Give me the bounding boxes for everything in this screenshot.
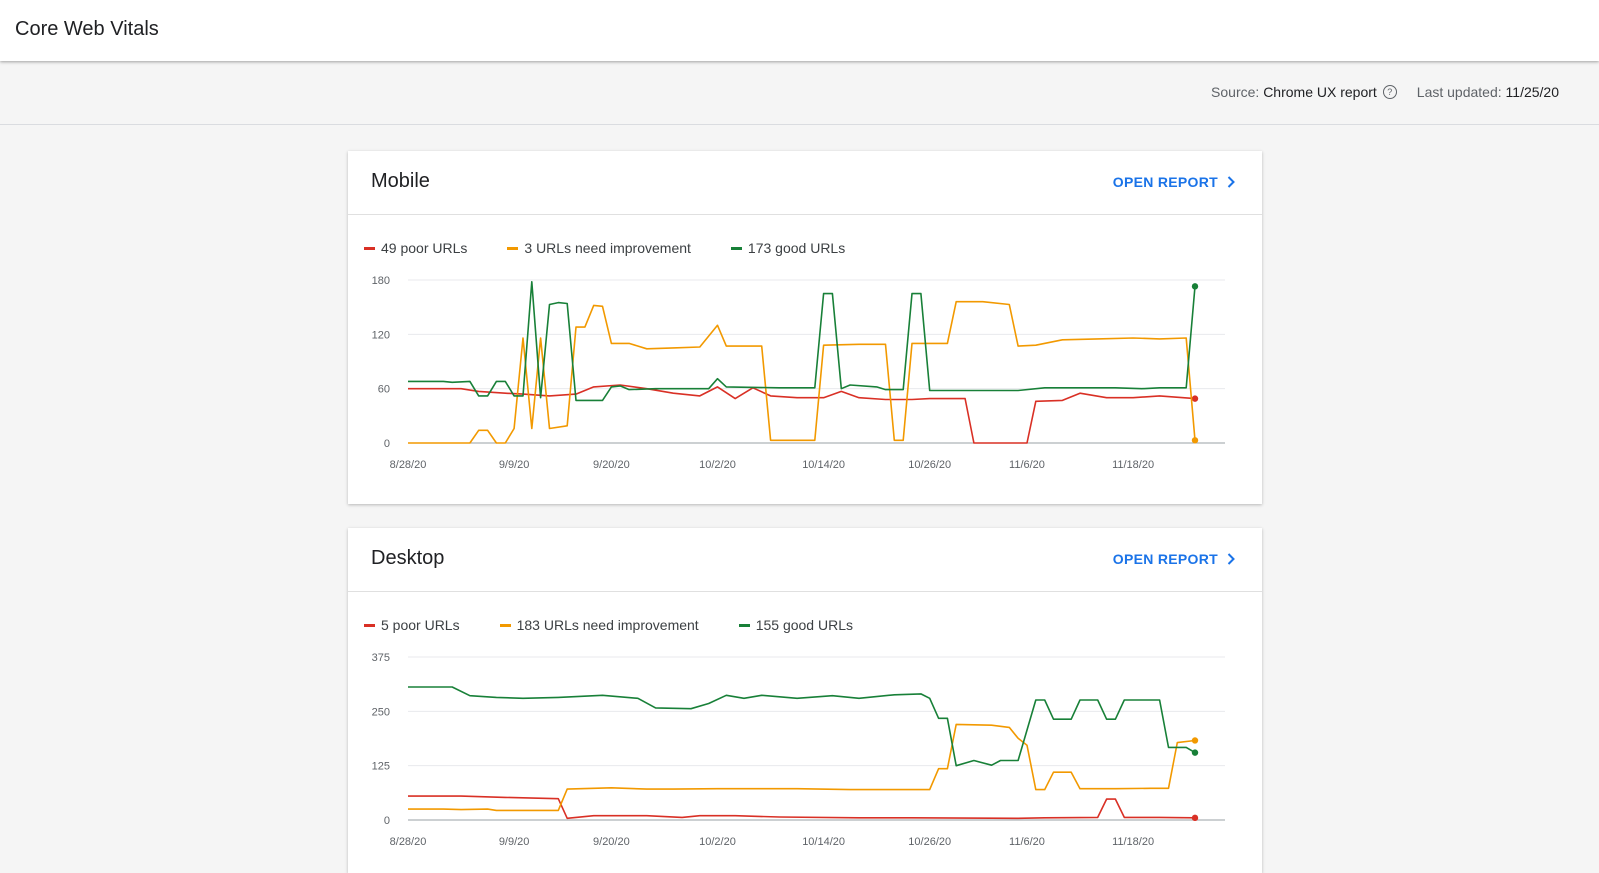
x-tick-label: 10/14/20 [802, 836, 845, 848]
source-info: Source: Chrome UX report? Last updated: … [1211, 84, 1559, 100]
y-tick-label: 375 [372, 652, 390, 664]
y-tick-label: 60 [378, 384, 390, 396]
mobile-chart: 0 60 120 180 8/28/20 9/9/20 9/20/20 10/2/20 10/1… [372, 275, 1225, 471]
mobile-card: Mobile OPEN REPORT 49 poor URLs 3 URLs n… [348, 151, 1262, 504]
x-tick-label: 8/28/20 [390, 836, 427, 848]
x-tick-label: 11/6/20 [1009, 459, 1045, 471]
top-bar: Core Web Vitals [0, 0, 1599, 61]
series-end-point[interactable] [1191, 283, 1199, 290]
page-title: Core Web Vitals [15, 18, 159, 40]
updated-label: Last updated: [1416, 84, 1502, 100]
x-tick-label: 10/14/20 [802, 459, 845, 471]
source-label: Source: [1211, 84, 1260, 100]
x-tick-label: 10/26/20 [908, 459, 951, 471]
x-tick-label: 11/6/20 [1009, 836, 1045, 848]
y-tick-label: 180 [372, 275, 390, 287]
x-tick-label: 8/28/20 [390, 459, 427, 471]
help-icon[interactable]: ? [1382, 85, 1397, 99]
y-tick-label: 250 [372, 706, 390, 718]
series-line[interactable] [408, 300, 1196, 444]
series-line[interactable] [408, 686, 1196, 767]
x-tick-label: 9/20/20 [593, 836, 630, 848]
x-tick-label: 10/26/20 [908, 836, 951, 848]
x-tick-label: 9/9/20 [499, 836, 530, 848]
x-tick-label: 10/2/20 [699, 459, 736, 471]
desktop-chart: 0 125 250 375 8/28/20 9/9/20 9/20/20 10/2/20 10/… [372, 652, 1225, 848]
series-end-point[interactable] [1191, 814, 1199, 822]
x-tick-label: 9/20/20 [593, 459, 630, 471]
series-end-point[interactable] [1191, 437, 1199, 444]
series-line[interactable] [408, 281, 1196, 402]
source-value[interactable]: Chrome UX report [1263, 84, 1377, 100]
updated-value: 11/25/20 [1505, 84, 1559, 100]
y-tick-label: 0 [384, 815, 390, 827]
series-end-point[interactable] [1191, 749, 1199, 756]
x-tick-label: 9/9/20 [499, 459, 530, 471]
x-tick-label: 10/2/20 [699, 836, 736, 848]
desktop-card: Desktop OPEN REPORT 5 poor URLs 183 URLs… [348, 528, 1262, 873]
y-tick-label: 0 [384, 438, 390, 450]
x-tick-label: 11/18/20 [1112, 459, 1154, 471]
series-line[interactable] [408, 384, 1196, 444]
y-tick-label: 125 [372, 761, 390, 773]
series-end-point[interactable] [1191, 395, 1199, 402]
series-end-point[interactable] [1191, 737, 1199, 744]
x-tick-label: 11/18/20 [1112, 836, 1154, 848]
series-line[interactable] [408, 795, 1196, 820]
y-tick-label: 120 [372, 329, 390, 341]
